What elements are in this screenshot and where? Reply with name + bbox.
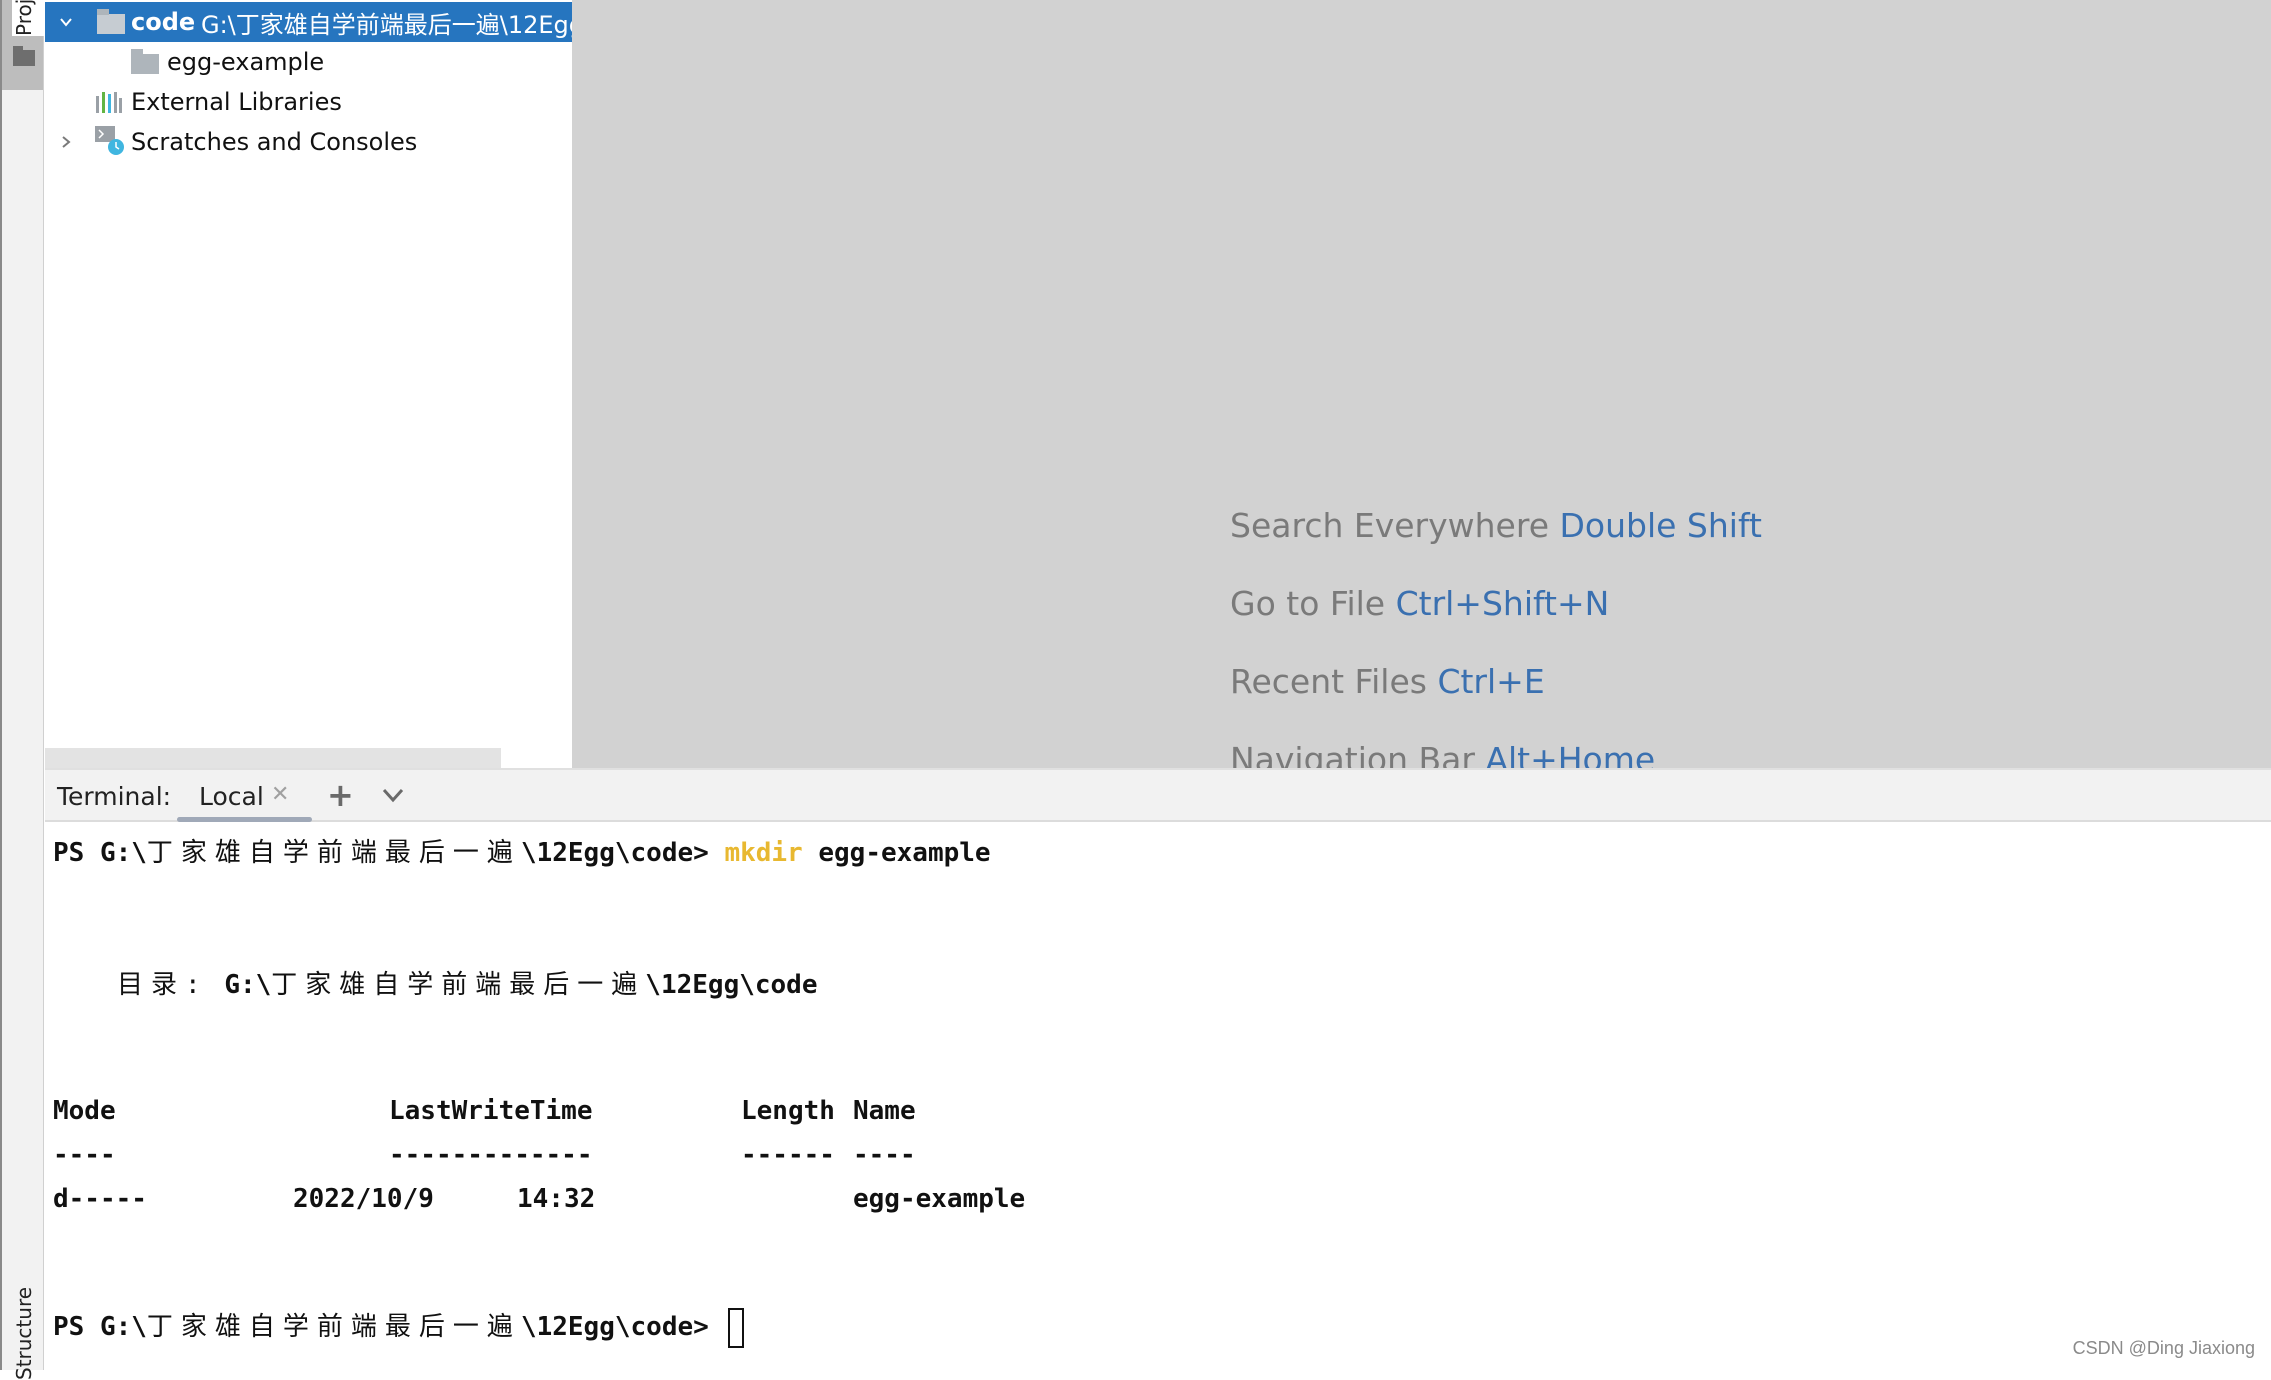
tree-item-external-libraries[interactable]: External Libraries — [45, 82, 572, 122]
folder-icon — [97, 9, 125, 34]
terminal-output[interactable]: PS G:\丁家雄自学前端最后一遍\12Egg\code> mkdir egg-… — [45, 822, 2271, 1370]
hint-navigation-bar: Navigation Bar Alt+Home — [1230, 740, 1655, 768]
hint-go-to-file: Go to File Ctrl+Shift+N — [1230, 584, 1610, 623]
root-path: G:\丁家雄自学前端最后一遍\12Egg\code — [201, 10, 572, 39]
tree-item-label: External Libraries — [131, 88, 342, 116]
folder-icon — [131, 49, 159, 74]
hint-search-everywhere: Search Everywhere Double Shift — [1230, 506, 1762, 545]
window-edge — [0, 0, 2, 1370]
tree-item-label: Scratches and Consoles — [131, 128, 418, 156]
root-name: code — [131, 8, 196, 36]
tree-item-scratches[interactable]: Scratches and Consoles — [45, 122, 572, 162]
horizontal-scrollbar[interactable] — [45, 748, 501, 768]
terminal-title: Terminal: — [57, 782, 172, 811]
tool-window-strip: Project Structure — [0, 0, 780, 1380]
tab-label: Local — [199, 782, 264, 811]
terminal-line-prompt: PS G:\丁家雄自学前端最后一遍\12Egg\code> — [53, 1306, 745, 1348]
scratches-icon — [95, 126, 124, 155]
chevron-right-icon[interactable] — [59, 135, 73, 149]
terminal-toolbar: Terminal: Local ✕ + — [45, 768, 2271, 822]
structure-tool-button[interactable]: Structure — [12, 1287, 36, 1380]
library-icon — [96, 92, 122, 113]
command-keyword: mkdir — [724, 838, 803, 868]
folder-icon — [13, 46, 35, 66]
shortcut: Alt+Home — [1485, 740, 1656, 768]
project-tree-panel: code G:\丁家雄自学前端最后一遍\12Egg\code egg-examp… — [45, 0, 572, 768]
tree-root-code[interactable]: code G:\丁家雄自学前端最后一遍\12Egg\code — [45, 2, 572, 42]
terminal-line-directory: 目录: G:\丁家雄自学前端最后一遍\12Egg\code — [117, 970, 818, 1000]
tree-item-egg-example[interactable]: egg-example — [45, 42, 572, 82]
terminal-line-command: PS G:\丁家雄自学前端最后一遍\12Egg\code> mkdir egg-… — [53, 838, 991, 868]
watermark: CSDN @Ding Jiaxiong — [2072, 1338, 2255, 1358]
close-icon[interactable]: ✕ — [271, 782, 289, 807]
chevron-down-icon[interactable] — [59, 15, 73, 29]
tab-local[interactable]: Local ✕ — [177, 770, 312, 822]
shortcut: Double Shift — [1559, 506, 1762, 545]
project-tool-button[interactable]: Project — [0, 0, 780, 90]
tree-item-label: egg-example — [167, 48, 325, 76]
new-terminal-button[interactable]: + — [327, 776, 354, 814]
hint-recent-files: Recent Files Ctrl+E — [1230, 662, 1545, 701]
editor-empty-area: Search Everywhere Double Shift Go to Fil… — [572, 0, 2271, 768]
shortcut: Ctrl+E — [1437, 662, 1545, 701]
terminal-cursor — [728, 1307, 745, 1348]
shortcut: Ctrl+Shift+N — [1395, 584, 1610, 623]
chevron-down-icon[interactable] — [380, 782, 406, 808]
